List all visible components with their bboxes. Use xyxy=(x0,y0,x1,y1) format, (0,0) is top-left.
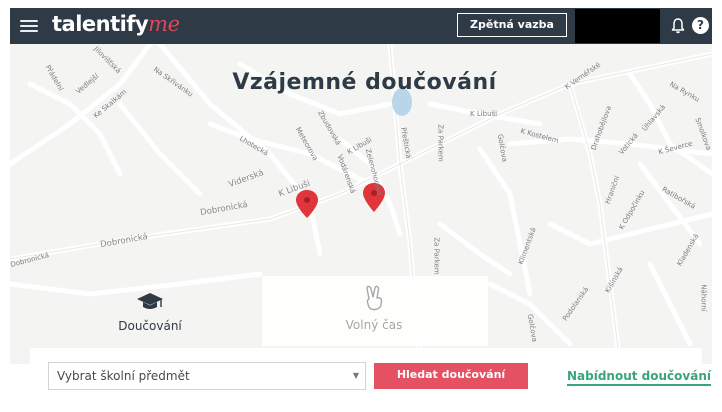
map-marker[interactable] xyxy=(296,190,318,218)
page-title: Vzájemné doučování xyxy=(0,70,722,95)
subject-select-value: Vybrat školní předmět xyxy=(57,369,190,383)
menu-icon[interactable] xyxy=(20,17,38,35)
tab-label: Doučování xyxy=(118,319,182,333)
chevron-down-icon: ▼ xyxy=(352,371,359,380)
street-label: Náhorní xyxy=(699,284,708,312)
bell-icon[interactable] xyxy=(670,17,686,35)
street-label: Za Parkem xyxy=(436,124,445,162)
redacted-area xyxy=(575,9,660,43)
peace-hand-icon xyxy=(366,285,383,311)
tab-label: Volný čas xyxy=(345,318,403,332)
top-bar: talentifyme Zpětná vazba ? xyxy=(10,8,712,44)
tab-volny-cas[interactable]: Volný čas xyxy=(334,285,414,332)
help-icon[interactable]: ? xyxy=(692,17,709,34)
search-tutoring-button[interactable]: Hledat doučování xyxy=(374,363,528,389)
logo-main-text: talentify xyxy=(52,12,149,36)
feedback-button[interactable]: Zpětná vazba xyxy=(457,13,567,37)
offer-tutoring-link[interactable]: Nabídnout doučování xyxy=(567,369,711,386)
page-title-text: Vzájemné doučování xyxy=(232,70,497,95)
tab-doucovani[interactable]: Doučování xyxy=(110,290,190,333)
street-label: Za Parkem xyxy=(432,237,441,275)
app-frame: talentifyme Zpětná vazba ? K Libuši K Li… xyxy=(0,0,722,412)
subject-select[interactable]: Vybrat školní předmět ▼ xyxy=(48,362,366,390)
graduation-cap-icon xyxy=(137,293,163,309)
logo[interactable]: talentifyme xyxy=(52,12,180,36)
street-label: K Libuši xyxy=(470,110,498,118)
logo-suffix-text: me xyxy=(148,12,180,36)
